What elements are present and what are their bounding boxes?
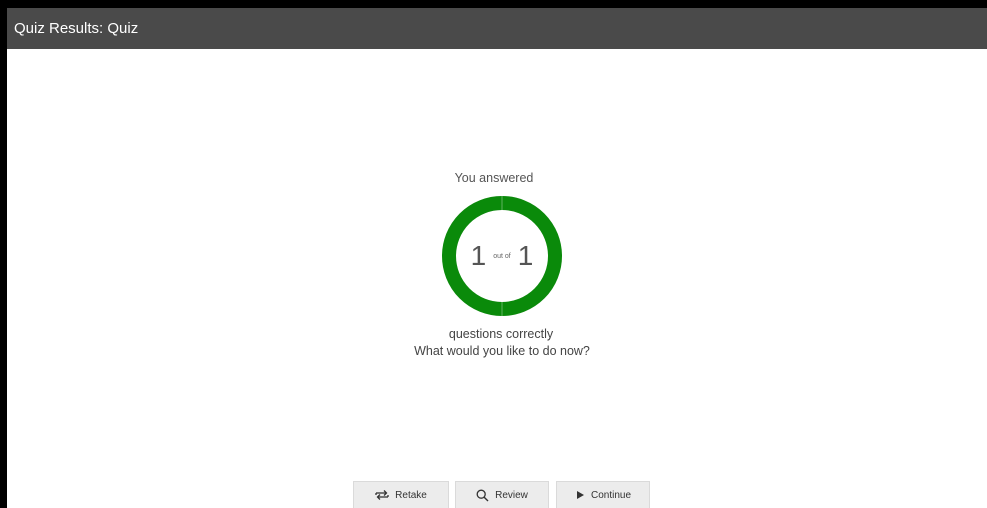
answered-label: You answered [454, 171, 534, 185]
continue-label: Continue [590, 489, 632, 501]
title-bar: Quiz Results: Quiz [7, 8, 987, 49]
retake-button[interactable]: Retake [353, 481, 449, 508]
retake-label: Retake [395, 489, 427, 501]
review-button[interactable]: Review [455, 481, 549, 508]
score-readout: 1 out of 1 [441, 195, 563, 317]
retake-icon [375, 489, 389, 501]
continue-button[interactable]: Continue [556, 481, 650, 508]
score-total: 1 [517, 240, 534, 271]
page-title: Quiz Results: Quiz [14, 20, 139, 37]
score-out-of: out of [493, 252, 511, 260]
search-icon [476, 489, 489, 502]
score-correct: 1 [470, 240, 487, 271]
play-icon [575, 490, 585, 500]
next-step-prompt: What would you like to do now? [414, 344, 590, 358]
review-label: Review [495, 489, 528, 501]
questions-correctly-label: questions correctly [448, 327, 554, 341]
